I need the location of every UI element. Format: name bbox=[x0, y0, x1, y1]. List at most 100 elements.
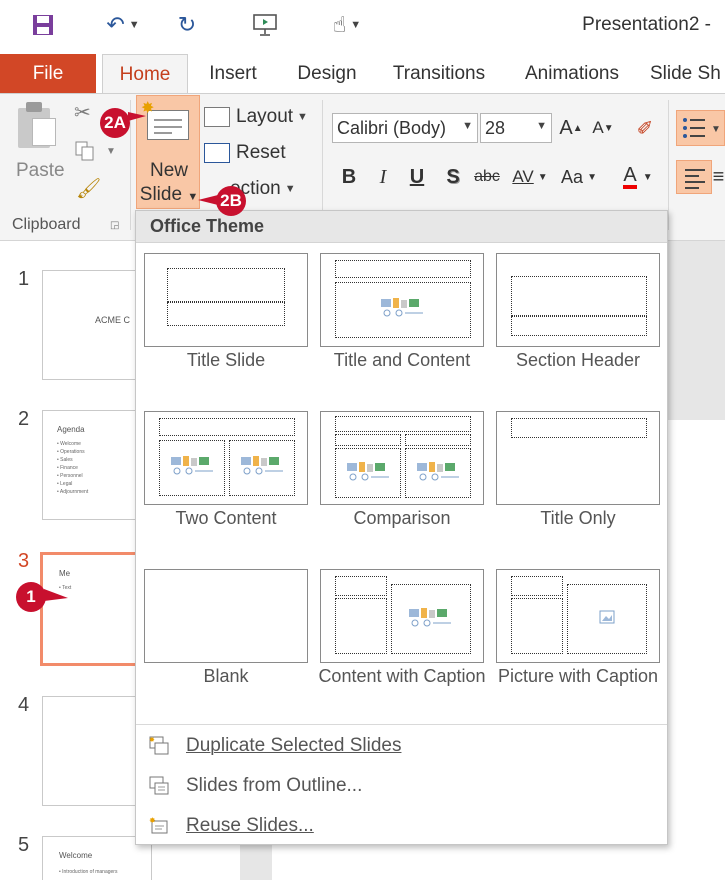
new-slide-label: New bbox=[149, 160, 188, 181]
redo-icon[interactable]: ↻ bbox=[172, 10, 202, 40]
thumbnail-bullet: • Introduction of managers bbox=[59, 869, 118, 875]
italic-button[interactable]: I bbox=[372, 162, 394, 192]
slide-number-selected: 3 bbox=[18, 550, 30, 572]
content-placeholder-icon bbox=[241, 456, 283, 475]
change-case-button[interactable]: Aa ▼ bbox=[556, 162, 602, 192]
presenter-view-icon[interactable] bbox=[250, 10, 280, 40]
chevron-down-icon[interactable]: ▼ bbox=[106, 146, 116, 157]
dialog-launcher-icon[interactable]: ◲ bbox=[110, 220, 119, 231]
layout-thumbnail bbox=[144, 569, 308, 663]
callout-2a: 2A bbox=[100, 108, 130, 138]
content-placeholder-icon bbox=[381, 298, 423, 317]
thumbnail-bullet: • Legal bbox=[57, 481, 73, 487]
menu-label: Duplicate Selected Slides bbox=[186, 735, 402, 756]
slide-number: 4 bbox=[18, 694, 30, 716]
format-painter-icon[interactable]: 🖌 bbox=[76, 176, 101, 201]
title-bar: ↶ ▼ ↻ ☝ ▼ Presentation2 - bbox=[0, 0, 725, 52]
slide-number: 5 bbox=[18, 834, 30, 856]
reset-label: Reset bbox=[236, 142, 286, 163]
tab-design[interactable]: Design bbox=[282, 54, 372, 94]
chevron-down-icon: ▼ bbox=[536, 120, 547, 132]
character-spacing-button[interactable]: AV ▼ bbox=[508, 162, 552, 192]
thumbnail-title: Welcome bbox=[59, 851, 93, 860]
bullets-button[interactable]: ▼ bbox=[676, 110, 725, 146]
layout-thumbnail bbox=[496, 411, 660, 505]
thumbnail-bullet: • Adjournment bbox=[57, 489, 89, 495]
chevron-down-icon: ▼ bbox=[187, 191, 199, 203]
text-shadow-button[interactable]: S bbox=[440, 162, 466, 192]
chevron-down-icon: ▼ bbox=[350, 19, 362, 31]
tab-transitions[interactable]: Transitions bbox=[384, 54, 494, 94]
grow-font-button[interactable]: A ▲ bbox=[558, 113, 584, 143]
paste-button-label[interactable]: Paste bbox=[16, 160, 65, 182]
slide-number: 1 bbox=[18, 268, 30, 290]
chevron-down-icon: ▼ bbox=[537, 171, 548, 183]
callout-2b: 2B bbox=[216, 186, 246, 216]
hand-pointer-icon: ☝ bbox=[332, 12, 347, 37]
underline-button[interactable]: U bbox=[404, 162, 430, 192]
chevron-down-icon: ▼ bbox=[642, 171, 653, 183]
reuse-slides-icon: ✸ bbox=[149, 816, 168, 834]
undo-icon: ↶ bbox=[106, 12, 125, 37]
tab-insert[interactable]: Insert bbox=[196, 54, 270, 94]
callout-arrow-icon bbox=[128, 112, 146, 121]
chevron-down-icon: ▼ bbox=[462, 120, 473, 132]
content-placeholder-icon bbox=[417, 462, 459, 481]
layout-button[interactable]: Layout ▼ bbox=[204, 102, 308, 132]
strikethrough-button[interactable]: abc bbox=[470, 162, 504, 192]
menu-duplicate-selected-slides[interactable]: ✸ Duplicate Selected Slides bbox=[136, 727, 667, 765]
undo-button[interactable]: ↶ ▼ bbox=[98, 10, 148, 40]
thumbnail-title: ACME C bbox=[95, 315, 131, 325]
layout-name: Two Content bbox=[175, 508, 277, 528]
ribbon-tab-row: File Home Insert Design Transitions Anim… bbox=[0, 52, 725, 94]
font-name-box[interactable]: Calibri (Body) ▼ bbox=[332, 113, 478, 143]
tab-animations[interactable]: Animations bbox=[512, 54, 632, 94]
touch-mode-button[interactable]: ☝ ▼ bbox=[322, 10, 372, 40]
layout-icon bbox=[204, 107, 230, 127]
menu-label: Slides from Outline... bbox=[186, 775, 363, 796]
layout-name: Title Slide bbox=[186, 350, 266, 370]
tab-file[interactable]: File bbox=[0, 54, 96, 94]
chevron-down-icon: ▼ bbox=[284, 183, 296, 195]
menu-slides-from-outline[interactable]: Slides from Outline... bbox=[136, 767, 667, 805]
layout-name: Picture with Caption bbox=[497, 666, 659, 686]
clipboard-group-label: Clipboard bbox=[12, 216, 81, 233]
copy-icon[interactable] bbox=[74, 140, 96, 168]
chevron-down-icon: ▼ bbox=[128, 19, 140, 31]
layout-thumbnail bbox=[144, 253, 308, 347]
thumbnail-bullet: • Sales bbox=[57, 457, 73, 463]
align-left-button[interactable] bbox=[676, 160, 712, 194]
save-icon[interactable] bbox=[28, 10, 58, 40]
menu-reuse-slides[interactable]: ✸ Reuse Slides... bbox=[136, 807, 667, 845]
callout-arrow-icon bbox=[44, 589, 68, 601]
thumbnail-bullet: • Personnel bbox=[57, 473, 83, 479]
thumbnail-title: Agenda bbox=[57, 425, 85, 434]
content-placeholder-icon bbox=[409, 608, 451, 627]
cut-icon[interactable]: ✂ bbox=[74, 100, 91, 125]
layout-label: Layout bbox=[236, 106, 294, 127]
thumbnail-bullet: • Operations bbox=[57, 449, 85, 455]
clear-formatting-icon[interactable]: ✐ bbox=[630, 113, 660, 143]
picture-placeholder-icon bbox=[599, 610, 615, 624]
callout-arrow-icon bbox=[198, 195, 218, 205]
font-color-button[interactable]: A ▼ bbox=[616, 162, 660, 192]
reset-button[interactable]: Reset bbox=[204, 138, 286, 168]
menu-divider bbox=[136, 724, 667, 725]
bold-button[interactable]: B bbox=[338, 162, 360, 192]
tab-home[interactable]: Home bbox=[102, 54, 188, 94]
menu-label: Reuse Slides... bbox=[186, 815, 314, 836]
content-placeholder-icon bbox=[347, 462, 389, 481]
layout-name: Title and Content bbox=[333, 350, 471, 370]
align-center-button[interactable]: ≡ bbox=[712, 162, 725, 192]
thumbnail-bullet: • Welcome bbox=[57, 441, 81, 447]
tab-slide-show[interactable]: Slide Sh bbox=[650, 54, 725, 94]
outline-slides-icon bbox=[149, 776, 169, 795]
layout-thumbnail bbox=[144, 411, 308, 505]
reset-icon bbox=[204, 143, 230, 163]
thumbnail-title: Me bbox=[59, 569, 71, 578]
svg-text:▼: ▼ bbox=[711, 124, 721, 135]
paste-icon[interactable] bbox=[18, 102, 58, 148]
callout-1: 1 bbox=[16, 582, 46, 612]
font-size-box[interactable]: 28 ▼ bbox=[480, 113, 552, 143]
shrink-font-button[interactable]: A ▼ bbox=[590, 113, 616, 143]
